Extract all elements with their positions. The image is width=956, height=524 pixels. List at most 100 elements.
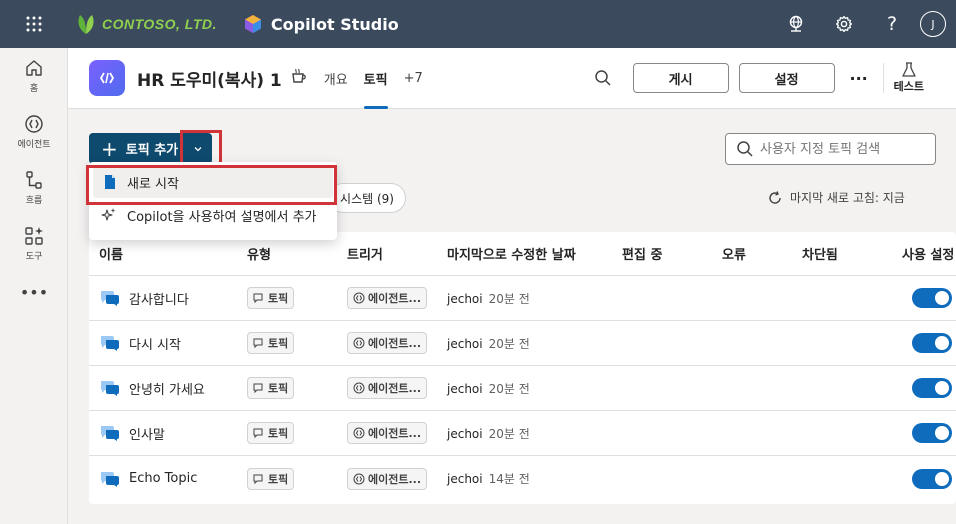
coffee-status-icon[interactable] xyxy=(290,67,308,89)
chat-icon xyxy=(253,293,263,304)
type-label: 토픽 xyxy=(268,427,289,440)
more-options-button[interactable]: ··· xyxy=(845,69,873,88)
col-trigger[interactable]: 트리거 xyxy=(347,244,447,263)
help-button[interactable]: ? xyxy=(868,0,916,48)
topic-search-input[interactable] xyxy=(760,141,920,157)
sparkle-icon xyxy=(101,208,116,221)
type-chip: 토픽 xyxy=(247,332,295,354)
search-icon xyxy=(737,141,753,157)
topic-name[interactable]: 안녕히 가세요 xyxy=(129,379,205,398)
rail-more-button[interactable]: ••• xyxy=(0,272,68,312)
chat-bubbles-icon xyxy=(101,471,119,487)
copilot-studio-logo-icon xyxy=(244,15,261,33)
gear-icon xyxy=(835,15,853,33)
agent-icon xyxy=(353,337,365,349)
menu-item-label: 새로 시작 xyxy=(127,176,179,192)
type-chip: 토픽 xyxy=(247,422,295,444)
rail-item-home[interactable]: 홈 xyxy=(0,48,68,104)
plus-icon: + xyxy=(101,136,118,161)
topic-name[interactable]: 감사합니다 xyxy=(129,289,189,308)
test-button[interactable]: 테스트 xyxy=(894,62,924,94)
rail-item-label: 흐름 xyxy=(25,196,43,206)
header-search-button[interactable] xyxy=(583,62,623,94)
table-row[interactable]: 인사말 토픽 에이전트... jechoi 20분 전 xyxy=(89,411,956,456)
enabled-toggle[interactable] xyxy=(912,468,952,489)
table-row[interactable]: 다시 시작 토픽 에이전트... jechoi 20분 전 xyxy=(89,321,956,366)
app-launcher-button[interactable] xyxy=(0,0,68,48)
col-type[interactable]: 유형 xyxy=(247,244,347,263)
tab-more[interactable]: +7 xyxy=(404,48,423,109)
chat-icon xyxy=(253,474,263,484)
topic-name[interactable]: Echo Topic xyxy=(129,471,197,486)
type-chip: 토픽 xyxy=(247,467,295,490)
table-row[interactable]: 감사합니다 토픽 에이전트... jechoi 20분 전 xyxy=(89,276,956,321)
agent-icon xyxy=(353,473,365,484)
refresh-status[interactable]: 마지막 새로 고침: 지금 xyxy=(768,189,905,206)
chat-icon xyxy=(253,383,263,394)
col-editing[interactable]: 편집 중 xyxy=(622,244,722,263)
menu-item-start-new[interactable]: 새로 시작 xyxy=(93,166,333,198)
left-rail: 홈 에이전트 흐름 도구 ••• xyxy=(0,48,68,524)
modified-time: 20분 전 xyxy=(488,381,530,396)
avatar[interactable]: J xyxy=(920,11,946,37)
chat-bubbles-icon xyxy=(101,426,119,441)
enabled-toggle[interactable] xyxy=(912,333,952,353)
modified-time: 20분 전 xyxy=(488,291,530,306)
rail-item-agents[interactable]: 에이전트 xyxy=(0,104,68,160)
document-icon xyxy=(105,175,115,189)
type-label: 토픽 xyxy=(268,472,289,486)
settings-button[interactable] xyxy=(820,0,868,48)
modified-user: jechoi xyxy=(447,381,483,396)
settings-button[interactable]: 설정 xyxy=(738,63,835,93)
rail-item-label: 도구 xyxy=(25,252,43,262)
modified-user: jechoi xyxy=(447,336,483,351)
trigger-label: 에이전트... xyxy=(368,382,422,395)
refresh-label: 마지막 새로 고침: 지금 xyxy=(790,191,905,205)
chat-bubbles-icon xyxy=(101,381,119,396)
type-chip: 토픽 xyxy=(247,287,295,309)
publish-button[interactable]: 게시 xyxy=(632,63,729,93)
menu-item-copilot-describe[interactable]: Copilot을 사용하여 설명에서 추가 xyxy=(89,198,337,232)
type-chip: 토픽 xyxy=(247,377,295,399)
table-row[interactable]: 안녕히 가세요 토픽 에이전트... jechoi 20분 전 xyxy=(89,366,956,411)
environment-button[interactable] xyxy=(772,0,820,48)
type-label: 토픽 xyxy=(268,382,289,395)
table-row[interactable]: Echo Topic 토픽 에이전트... jechoi 14분 전 xyxy=(89,456,956,501)
topic-name[interactable]: 다시 시작 xyxy=(129,334,181,353)
col-errors[interactable]: 오류 xyxy=(722,244,802,263)
flow-icon xyxy=(26,171,42,189)
col-modified[interactable]: 마지막으로 수정한 날짜 xyxy=(447,244,622,263)
brand[interactable]: CONTOSO, LTD. xyxy=(76,13,217,35)
home-icon xyxy=(26,60,42,76)
globe-icon xyxy=(789,15,803,32)
trigger-chip: 에이전트... xyxy=(347,377,428,399)
add-topic-dropdown-button[interactable] xyxy=(182,133,212,164)
product-name: Copilot Studio xyxy=(270,14,399,34)
col-enabled[interactable]: 사용 설정 xyxy=(902,244,956,263)
trigger-chip: 에이전트... xyxy=(347,422,428,444)
modified-user: jechoi xyxy=(447,291,483,306)
modified-user: jechoi xyxy=(447,426,483,441)
col-blocked[interactable]: 차단됨 xyxy=(802,244,902,263)
topic-search-box[interactable] xyxy=(725,133,936,165)
rail-item-tools[interactable]: 도구 xyxy=(0,216,68,272)
trigger-label: 에이전트... xyxy=(368,472,422,486)
tab-overview[interactable]: 개요 xyxy=(324,48,348,109)
trigger-label: 에이전트... xyxy=(368,292,422,305)
rail-item-flows[interactable]: 흐름 xyxy=(0,160,68,216)
product[interactable]: Copilot Studio xyxy=(243,14,399,34)
enabled-toggle[interactable] xyxy=(912,378,952,398)
chat-icon xyxy=(253,428,263,439)
refresh-icon xyxy=(769,190,781,204)
filter-system[interactable]: 시스템 (9) xyxy=(328,183,406,213)
chat-bubbles-icon xyxy=(101,291,119,306)
enabled-toggle[interactable] xyxy=(912,288,952,308)
topic-name[interactable]: 인사말 xyxy=(129,424,165,443)
enabled-toggle[interactable] xyxy=(912,423,952,443)
tab-topics[interactable]: 토픽 xyxy=(363,48,388,109)
col-name[interactable]: 이름 xyxy=(89,244,247,263)
top-bar: CONTOSO, LTD. Copilot Studio ? J xyxy=(0,0,956,48)
contoso-logo-icon xyxy=(78,15,94,34)
menu-item-label: Copilot을 사용하여 설명에서 추가 xyxy=(127,209,317,225)
modified-time: 14분 전 xyxy=(488,472,530,486)
